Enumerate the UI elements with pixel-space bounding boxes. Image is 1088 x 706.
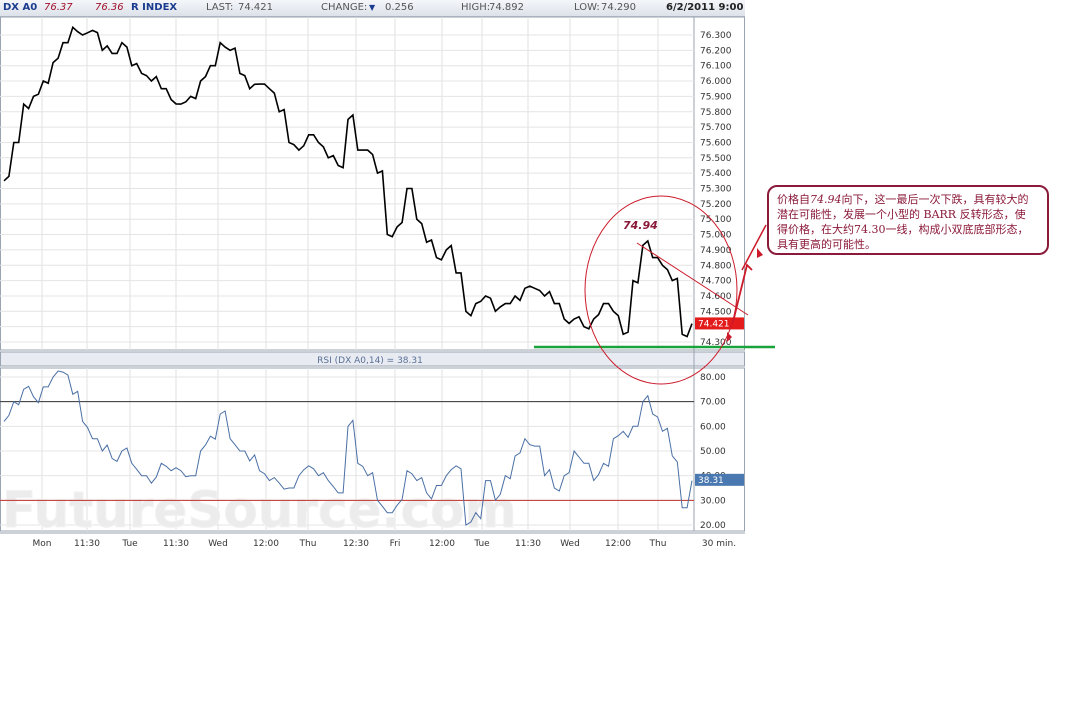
- price-y-tick: 74.500: [700, 307, 732, 317]
- x-tick-label: 12:00: [429, 539, 455, 549]
- x-tick-label: Thu: [649, 539, 667, 549]
- watermark: FutureSource.com: [2, 481, 517, 539]
- x-tick-label: 11:30: [163, 539, 189, 549]
- x-tick-label: 12:00: [253, 539, 279, 549]
- rsi-last-value: 38.31: [698, 476, 724, 486]
- price-y-tick: 75.500: [700, 154, 732, 164]
- x-tick-label: 12:00: [605, 539, 631, 549]
- chart-svg: RSI (DX A0,14) = 38.31 FutureSource.com M…: [0, 16, 775, 549]
- rsi-y-tick: 30.00: [700, 496, 726, 506]
- x-tick-label: Wed: [208, 539, 228, 549]
- rsi-y-tick: 70.00: [700, 398, 726, 408]
- chart-stage: DX A0 76.37 76.36 R INDEX LAST: 74.421 C…: [0, 0, 1088, 706]
- annotation-box: 价格自74.94向下，这一最后一次下跌，具有较大的 潜在可能性，发展一个小型的 …: [767, 185, 1049, 255]
- x-tick-label: Wed: [560, 539, 580, 549]
- rsi-title: RSI (DX A0,14) = 38.31: [317, 356, 423, 366]
- x-tick-label: 11:30: [74, 539, 100, 549]
- price-y-tick: 74.600: [700, 292, 732, 302]
- price-y-tick: 74.900: [700, 246, 732, 256]
- rsi-y-tick: 60.00: [700, 422, 726, 432]
- price-y-tick: 75.600: [700, 138, 732, 148]
- price-y-tick: 75.700: [700, 123, 732, 133]
- x-tick-label: Thu: [299, 539, 317, 549]
- rsi-y-tick: 50.00: [700, 447, 726, 457]
- annotation-line-1-pre: 价格自: [777, 193, 810, 206]
- price-y-tick: 76.200: [700, 46, 732, 56]
- price-y-tick: 75.100: [700, 215, 732, 225]
- x-tick-label: Fri: [390, 539, 401, 549]
- price-y-tick: 75.000: [700, 231, 732, 241]
- x-tick-label: Tue: [121, 539, 138, 549]
- grid: RSI (DX A0,14) = 38.31 FutureSource.com: [0, 16, 745, 540]
- price-y-tick: 75.200: [700, 200, 732, 210]
- annotation-line-1-num: 74.94: [810, 193, 842, 206]
- x-tick-label: Tue: [473, 539, 490, 549]
- price-last-value: 74.421: [698, 319, 730, 329]
- price-y-tick: 76.100: [700, 62, 732, 72]
- annotation-line-2: 潜在可能性，发展一个小型的 BARR 反转形态，使: [777, 208, 1026, 221]
- price-y-tick: 75.300: [700, 185, 732, 195]
- peak-label: 74.94: [623, 219, 658, 232]
- price-y-tick: 75.900: [700, 92, 732, 102]
- pointer-line: [741, 224, 767, 271]
- x-tick-label: 12:30: [343, 539, 369, 549]
- x-tick-label: 30 min.: [702, 539, 736, 549]
- price-y-tick: 75.400: [700, 169, 732, 179]
- x-tick-label: Mon: [33, 539, 52, 549]
- rsi-y-tick: 20.00: [700, 521, 726, 531]
- price-y-tick: 74.800: [700, 261, 732, 271]
- price-y-tick: 76.000: [700, 77, 732, 87]
- annotation-line-3: 得价格，在大约74.30一线，构成小双底底部形态，: [777, 223, 1029, 236]
- price-y-tick: 75.800: [700, 108, 732, 118]
- price-y-tick: 74.700: [700, 277, 732, 287]
- annotation-line-4: 具有更高的可能性。: [777, 238, 876, 251]
- annotation-line-1-post: 向下，这一最后一次下跌，具有较大的: [841, 193, 1029, 206]
- price-panel: [0, 16, 745, 351]
- x-tick-label: 11:30: [515, 539, 541, 549]
- price-y-tick: 76.300: [700, 31, 732, 41]
- rsi-y-tick: 80.00: [700, 373, 726, 383]
- arrow-tip-icon: [757, 248, 763, 258]
